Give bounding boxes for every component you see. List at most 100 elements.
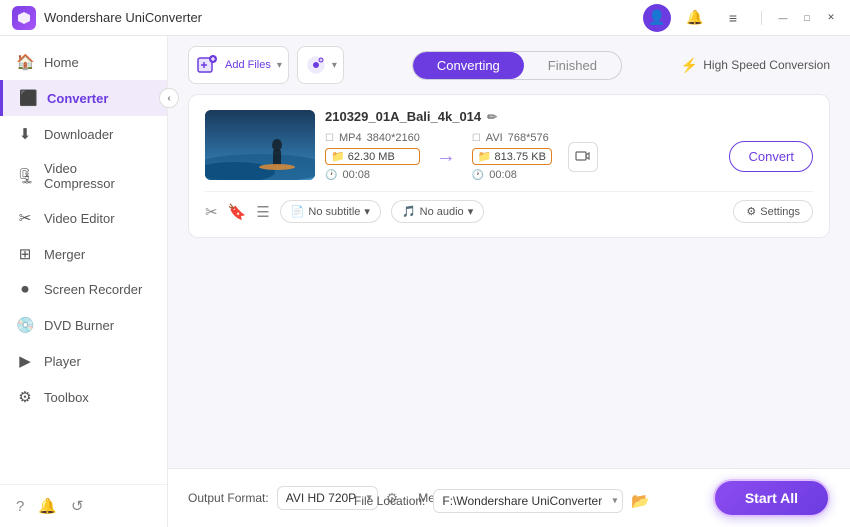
sidebar-item-toolbox[interactable]: ⚙ Toolbox	[0, 379, 167, 415]
sidebar-item-player[interactable]: ▶ Player	[0, 343, 167, 379]
bottom-bar: Output Format: AVI HD 720P ⚙ Merge All F…	[168, 468, 850, 527]
source-clock-icon: 🕐	[325, 170, 337, 181]
sidebar-item-converter[interactable]: ⬛ Converter ‹	[0, 80, 167, 116]
subtitle-value: No subtitle	[308, 206, 360, 218]
source-resolution: 3840*2160	[367, 132, 420, 144]
convert-arrow-icon: →	[436, 145, 456, 168]
content-area: 210329_01A_Bali_4k_014 ✏ ☐ MP4 3840*2160	[168, 94, 850, 468]
sidebar-item-screen-recorder[interactable]: ⏺ Screen Recorder	[0, 272, 167, 307]
sidebar-collapse-button[interactable]: ‹	[159, 88, 179, 108]
source-size: 62.30 MB	[348, 151, 395, 163]
settings-gear-icon: ⚙	[746, 205, 756, 218]
source-duration-line: 🕐 00:08	[325, 169, 420, 181]
source-size-badge: 📁 62.30 MB	[325, 148, 420, 165]
filename-text: 210329_01A_Bali_4k_014	[325, 109, 481, 124]
refresh-icon[interactable]: ↺	[71, 497, 84, 515]
minimize-button[interactable]: —	[776, 11, 790, 25]
sidebar-label-converter: Converter	[47, 91, 108, 106]
bookmark-icon[interactable]: 🔖	[228, 203, 247, 221]
sidebar-item-dvd-burner[interactable]: 💿 DVD Burner	[0, 307, 167, 343]
close-button[interactable]: ✕	[824, 11, 838, 25]
player-icon: ▶	[16, 352, 34, 370]
subtitle-select[interactable]: 📄 No subtitle ▾	[280, 200, 381, 223]
video-meta-row: ☐ MP4 3840*2160 📁 62.30 MB 🕐	[325, 132, 813, 181]
cut-icon[interactable]: ✂	[205, 203, 218, 221]
alert-icon[interactable]: 🔔	[38, 497, 57, 515]
sidebar-item-merger[interactable]: ⊞ Merger	[0, 236, 167, 272]
sidebar-label-merger: Merger	[44, 247, 85, 262]
sidebar-item-video-compressor[interactable]: 🗜 Video Compressor	[0, 152, 167, 200]
list-icon[interactable]: ☰	[256, 203, 269, 221]
divider	[761, 11, 762, 25]
add-files-icon	[193, 51, 221, 79]
file-location-select-wrap: F:\Wondershare UniConverter	[433, 489, 623, 513]
sidebar-label-player: Player	[44, 354, 81, 369]
add-files-dropdown-icon[interactable]: ▾	[275, 60, 284, 71]
high-speed-conversion: ⚡ High Speed Conversion	[681, 57, 830, 74]
add-files-button[interactable]: Add Files ▾	[188, 46, 289, 84]
video-card-header: 210329_01A_Bali_4k_014 ✏ ☐ MP4 3840*2160	[205, 109, 813, 181]
folder-open-icon[interactable]: 📂	[631, 492, 650, 510]
convert-button[interactable]: Convert	[729, 141, 813, 172]
sidebar-item-home[interactable]: 🏠 Home	[0, 44, 167, 80]
source-duration: 00:08	[342, 169, 370, 181]
settings-label: Settings	[760, 206, 800, 218]
maximize-button[interactable]: □	[800, 11, 814, 25]
audio-chevron-icon: ▾	[468, 205, 474, 218]
sidebar-label-toolbox: Toolbox	[44, 390, 89, 405]
help-icon[interactable]: ?	[16, 498, 24, 515]
lightning-icon: ⚡	[681, 57, 698, 74]
sidebar: 🏠 Home ⬛ Converter ‹ ⬇ Downloader 🗜 Vide…	[0, 36, 168, 527]
audio-select[interactable]: 🎵 No audio ▾	[391, 200, 484, 223]
titlebar-controls: 👤 🔔 ≡ — □ ✕	[643, 4, 838, 32]
camera-icon	[302, 51, 330, 79]
app-body: 🏠 Home ⬛ Converter ‹ ⬇ Downloader 🗜 Vide…	[0, 36, 850, 527]
file-location-select[interactable]: F:\Wondershare UniConverter	[433, 489, 623, 513]
merger-icon: ⊞	[16, 245, 34, 263]
main-content: Add Files ▾ ▾ Converting	[168, 36, 850, 527]
target-duration-line: 🕐 00:08	[472, 169, 552, 181]
source-check-icon: ☐	[325, 133, 334, 144]
titlebar: Wondershare UniConverter 👤 🔔 ≡ — □ ✕	[0, 0, 850, 36]
sidebar-label-editor: Video Editor	[44, 211, 115, 226]
start-all-button[interactable]: Start All	[713, 479, 830, 517]
add-more-button[interactable]: ▾	[297, 46, 344, 84]
video-thumbnail	[205, 110, 315, 180]
subtitle-chevron-icon: ▾	[364, 205, 370, 218]
menu-icon[interactable]: ≡	[719, 4, 747, 32]
file-location-label: File Location:	[354, 494, 425, 508]
subtitle-icon: 📄	[291, 205, 305, 218]
target-format: AVI	[486, 132, 503, 144]
toolbox-icon: ⚙	[16, 388, 34, 406]
target-resolution: 768*576	[508, 132, 549, 144]
target-check-icon: ☐	[472, 133, 481, 144]
user-icon[interactable]: 👤	[643, 4, 671, 32]
audio-value: No audio	[420, 206, 464, 218]
sidebar-item-downloader[interactable]: ⬇ Downloader	[0, 116, 167, 152]
compressor-icon: 🗜	[16, 167, 34, 185]
source-format-line: ☐ MP4 3840*2160	[325, 132, 420, 144]
edit-filename-icon[interactable]: ✏	[487, 110, 497, 124]
sidebar-label-downloader: Downloader	[44, 127, 113, 142]
sidebar-footer: ? 🔔 ↺	[0, 484, 167, 527]
sidebar-label-dvd: DVD Burner	[44, 318, 114, 333]
video-controls: ✂ 🔖 ☰ 📄 No subtitle ▾ 🎵 No audio ▾	[205, 191, 813, 223]
editor-icon: ✂	[16, 209, 34, 227]
thumb-svg	[205, 110, 315, 180]
source-folder-icon: 📁	[331, 150, 345, 163]
notification-icon[interactable]: 🔔	[681, 4, 709, 32]
settings-button[interactable]: ⚙ Settings	[733, 200, 813, 223]
media-edit-button[interactable]	[568, 142, 598, 172]
target-folder-icon: 📁	[478, 150, 492, 163]
app-logo	[12, 6, 36, 30]
camera-dropdown-icon[interactable]: ▾	[330, 60, 339, 71]
target-size-badge: 📁 813.75 KB	[472, 148, 552, 165]
sidebar-item-video-editor[interactable]: ✂ Video Editor	[0, 200, 167, 236]
audio-icon: 🎵	[402, 205, 416, 218]
video-info: 210329_01A_Bali_4k_014 ✏ ☐ MP4 3840*2160	[325, 109, 813, 181]
tab-finished[interactable]: Finished	[524, 52, 621, 79]
target-format-line: ☐ AVI 768*576	[472, 132, 552, 144]
dvd-icon: 💿	[16, 316, 34, 334]
tab-converting[interactable]: Converting	[413, 52, 524, 79]
downloader-icon: ⬇	[16, 125, 34, 143]
